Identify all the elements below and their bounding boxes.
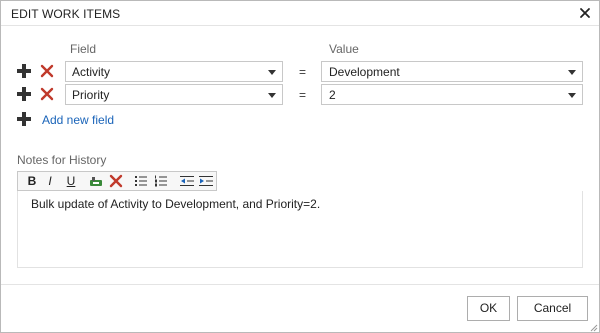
value-select-row-1[interactable]: Development (321, 61, 583, 82)
add-row-plus-icon[interactable] (16, 86, 32, 102)
increase-indent-icon[interactable] (198, 173, 214, 189)
equals-operator: = (299, 88, 307, 102)
field-select-value: Priority (72, 88, 110, 102)
numbered-list-icon[interactable] (153, 173, 169, 189)
decrease-indent-icon[interactable] (179, 173, 195, 189)
chevron-down-icon (568, 70, 576, 75)
notes-text: Bulk update of Activity to Development, … (31, 197, 321, 211)
insert-link-icon[interactable] (88, 173, 104, 189)
add-new-field-link[interactable]: Add new field (42, 113, 114, 127)
title-bar: EDIT WORK ITEMS (1, 1, 599, 26)
italic-icon[interactable]: I (42, 173, 58, 189)
resize-grip-icon[interactable] (588, 321, 598, 332)
value-column-header: Value (329, 42, 359, 56)
ok-button[interactable]: OK (467, 296, 510, 321)
remove-row-x-icon[interactable] (39, 86, 55, 102)
value-select-row-2[interactable]: 2 (321, 84, 583, 105)
underline-icon[interactable]: U (63, 173, 79, 189)
remove-row-x-icon[interactable] (39, 63, 55, 79)
add-row-plus-icon[interactable] (16, 63, 32, 79)
rich-text-toolbar: B I U (17, 171, 217, 191)
field-select-value: Activity (72, 65, 111, 79)
value-select-value: Development (329, 65, 400, 79)
remove-link-icon[interactable] (108, 173, 124, 189)
close-icon[interactable] (577, 5, 593, 21)
notes-for-history-label: Notes for History (17, 153, 107, 167)
field-select-row-1[interactable]: Activity (65, 61, 283, 82)
edit-work-items-dialog: EDIT WORK ITEMS Field Value Activity = D… (0, 0, 600, 333)
bold-icon[interactable]: B (24, 173, 40, 189)
value-select-value: 2 (329, 88, 336, 102)
field-column-header: Field (70, 42, 97, 56)
dialog-title: EDIT WORK ITEMS (11, 7, 121, 21)
equals-operator: = (299, 65, 307, 79)
chevron-down-icon (568, 93, 576, 98)
chevron-down-icon (268, 93, 276, 98)
dialog-footer: OK Cancel (1, 284, 599, 332)
field-select-row-2[interactable]: Priority (65, 84, 283, 105)
bulleted-list-icon[interactable] (133, 173, 149, 189)
plus-icon[interactable] (16, 111, 32, 127)
chevron-down-icon (268, 70, 276, 75)
notes-editor[interactable]: Bulk update of Activity to Development, … (17, 191, 583, 268)
cancel-button[interactable]: Cancel (517, 296, 588, 321)
